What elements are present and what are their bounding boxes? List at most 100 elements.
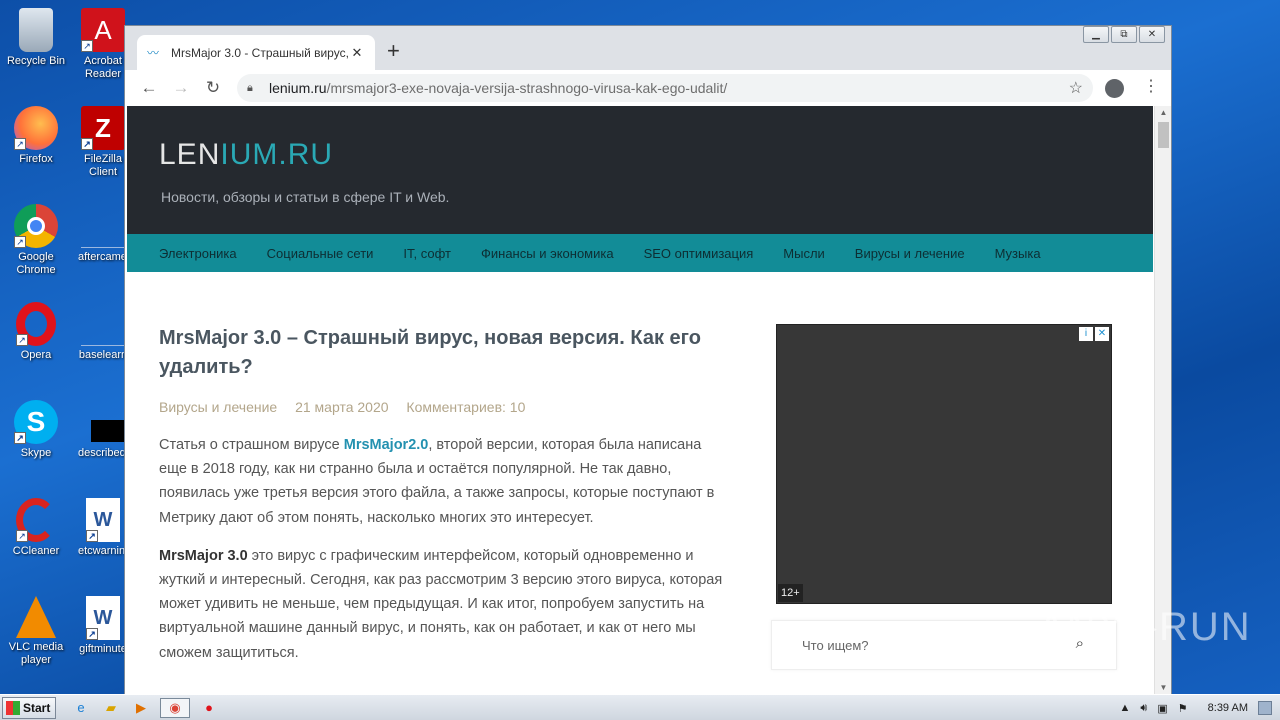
search-input[interactable]: Что ищем?	[802, 638, 869, 653]
forward-button[interactable]: →	[165, 78, 197, 98]
shortcut-arrow-icon: ↗	[16, 334, 28, 346]
nav-item-electronics[interactable]: Электроника	[159, 246, 237, 261]
desktop-icon-vlc-media-player[interactable]: VLC media player	[1, 596, 71, 667]
ad-close-icon[interactable]: ✕	[1095, 327, 1109, 341]
start-button[interactable]: Start	[2, 696, 56, 719]
desktop-icon-acrobat-reader[interactable]: A ↗ Acrobat Reader	[78, 8, 128, 81]
anyrun-watermark: ANY▷RUN	[1038, 605, 1252, 649]
shortcut-arrow-icon: ↗	[16, 530, 28, 542]
desktop-icon-recycle-bin[interactable]: Recycle Bin	[1, 8, 71, 68]
site-favicon-icon: 〰	[147, 45, 160, 60]
desktop-icon-label: etcwarning	[78, 545, 128, 557]
desktop-icon-label: FileZilla Client	[84, 153, 122, 178]
ad-banner[interactable]: i ✕ 12+	[776, 324, 1112, 604]
article-comments[interactable]: Комментариев: 10	[406, 399, 525, 415]
show-desktop-button[interactable]	[1258, 701, 1272, 715]
desktop-icon-google-chrome[interactable]: ↗ Google Chrome	[1, 204, 71, 277]
clock[interactable]: 8:39 AM	[1208, 702, 1248, 714]
desktop-icon-aftercamera[interactable]: aftercamera	[78, 204, 128, 264]
nav-item-thoughts[interactable]: Мысли	[783, 246, 825, 261]
browser-toolbar: ← → ↻ 🔒︎ lenium.ru /mrsmajor3-exe-novaja…	[125, 70, 1171, 106]
nav-item-music[interactable]: Музыка	[995, 246, 1041, 261]
close-window-button[interactable]: ✕	[1139, 26, 1165, 43]
nav-item-seo[interactable]: SEO оптимизация	[644, 246, 754, 261]
desktop-icon-label: describedby	[78, 447, 128, 459]
file-icon	[81, 302, 125, 346]
action-center-flag-icon[interactable]: ⚑	[1178, 702, 1188, 715]
tab-title: MrsMajor 3.0 - Страшный вирус, н	[171, 45, 349, 60]
shortcut-arrow-icon: ↗	[14, 432, 26, 444]
site-header: LENIUM.RU Новости, обзоры и статьи в сфе…	[127, 106, 1153, 234]
firefox-icon: ↗	[14, 106, 58, 150]
desktop-icon-label: aftercamera	[78, 251, 128, 263]
desktop-icon-skype[interactable]: S ↗ Skype	[1, 400, 71, 460]
article-category[interactable]: Вирусы и лечение	[159, 399, 277, 415]
scroll-up-arrow-icon[interactable]: ▲	[1155, 106, 1171, 120]
internet-explorer-icon[interactable]: e	[70, 698, 92, 718]
reload-button[interactable]: ↻	[197, 78, 229, 98]
desktop-icon-describedby[interactable]: describedby	[78, 400, 128, 460]
tab-active[interactable]: 〰 MrsMajor 3.0 - Страшный вирус, н ✕	[137, 35, 375, 70]
minimize-button[interactable]: ▁	[1083, 26, 1109, 43]
back-button[interactable]: ←	[133, 78, 165, 98]
nav-item-finance[interactable]: Финансы и экономика	[481, 246, 614, 261]
desktop-icon-label: Firefox	[19, 153, 53, 165]
desktop-icon-label: CCleaner	[12, 545, 60, 557]
site-tagline: Новости, обзоры и статьи в сфере IT и We…	[161, 189, 450, 205]
restore-button[interactable]: ⧉	[1111, 26, 1137, 43]
tray-expand-icon[interactable]: ▲	[1120, 702, 1131, 714]
desktop-icon-firefox[interactable]: ↗ Firefox	[1, 106, 71, 166]
recycle-bin-icon	[19, 8, 53, 52]
file-explorer-icon[interactable]: ▰	[100, 698, 122, 718]
desktop-icon-label: Recycle Bin	[6, 55, 66, 67]
opera-taskbar-icon[interactable]: ●	[198, 698, 220, 718]
mrsmajor2-link[interactable]: MrsMajor2.0	[344, 437, 429, 453]
age-rating-badge: 12+	[778, 584, 803, 602]
desktop-icon-label: Opera	[20, 349, 52, 361]
article-paragraph-2: MrsMajor 3.0 это вирус с графическим инт…	[159, 544, 729, 665]
desktop-icon-label: Skype	[20, 447, 52, 459]
start-label: Start	[23, 700, 51, 715]
browser-menu-icon[interactable]: ⋮	[1143, 76, 1159, 96]
shortcut-arrow-icon: ↗	[86, 530, 98, 542]
page-viewport: LENIUM.RU Новости, обзоры и статьи в сфе…	[125, 106, 1171, 695]
tab-close-icon[interactable]: ✕	[349, 45, 365, 61]
article-paragraph-1: Статья о страшном вирусе MrsMajor2.0, вт…	[159, 433, 729, 530]
nav-item-it-soft[interactable]: IT, софт	[403, 246, 451, 261]
media-player-icon[interactable]: ▶	[130, 698, 152, 718]
tab-bar: 〰 MrsMajor 3.0 - Страшный вирус, н ✕ + ▁…	[125, 26, 1171, 70]
url-domain: lenium.ru	[269, 80, 327, 96]
scroll-thumb[interactable]	[1158, 122, 1169, 148]
ccleaner-icon: ↗	[16, 498, 56, 542]
desktop-icon-ccleaner[interactable]: ↗ CCleaner	[1, 498, 71, 558]
desktop-icon-filezilla-client[interactable]: Z ↗ FileZilla Client	[78, 106, 128, 179]
bookmark-star-icon[interactable]: ☆	[1069, 78, 1083, 98]
desktop-icon-label: baselearn	[78, 349, 128, 361]
browser-window: 〰 MrsMajor 3.0 - Страшный вирус, н ✕ + ▁…	[124, 25, 1172, 695]
paragraph-text: Статья о страшном вирусе	[159, 437, 344, 453]
new-tab-button[interactable]: +	[387, 39, 400, 63]
desktop-icon-label: giftminute	[79, 643, 127, 655]
desktop-icon-etcwarning[interactable]: W ↗ etcwarning	[78, 498, 128, 558]
desktop-icon-opera[interactable]: ↗ Opera	[1, 302, 71, 362]
nav-item-social[interactable]: Социальные сети	[267, 246, 374, 261]
article-meta: Вирусы и лечение 21 марта 2020 Комментар…	[159, 399, 729, 415]
ad-info-icon[interactable]: i	[1079, 327, 1093, 341]
article-title: MrsMajor 3.0 – Страшный вирус, новая вер…	[159, 327, 701, 378]
scroll-down-arrow-icon[interactable]: ▼	[1155, 681, 1171, 695]
shortcut-arrow-icon: ↗	[14, 138, 26, 150]
network-icon[interactable]: ▣	[1157, 702, 1167, 715]
volume-icon[interactable]: 🔊︎	[1140, 702, 1147, 715]
profile-avatar-icon[interactable]	[1105, 79, 1124, 98]
opera-icon: ↗	[16, 302, 56, 346]
nav-item-viruses[interactable]: Вирусы и лечение	[855, 246, 965, 261]
skype-icon: S ↗	[14, 400, 58, 444]
desktop-icon-giftminute[interactable]: W ↗ giftminute	[78, 596, 128, 656]
address-bar[interactable]: 🔒︎ lenium.ru /mrsmajor3-exe-novaja-versi…	[237, 74, 1093, 102]
site-logo[interactable]: LENIUM.RU	[159, 138, 333, 172]
system-tray: ▲ 🔊︎ ▣ ⚑ 8:39 AM	[1120, 695, 1280, 720]
chrome-taskbar-icon[interactable]: ◉	[160, 697, 190, 718]
desktop-icon-baselearn[interactable]: baselearn	[78, 302, 128, 362]
taskbar: Start e ▰ ▶ ◉ ● ▲ 🔊︎ ▣ ⚑ 8:39 AM	[0, 694, 1280, 720]
acrobat-icon: A ↗	[81, 8, 125, 52]
